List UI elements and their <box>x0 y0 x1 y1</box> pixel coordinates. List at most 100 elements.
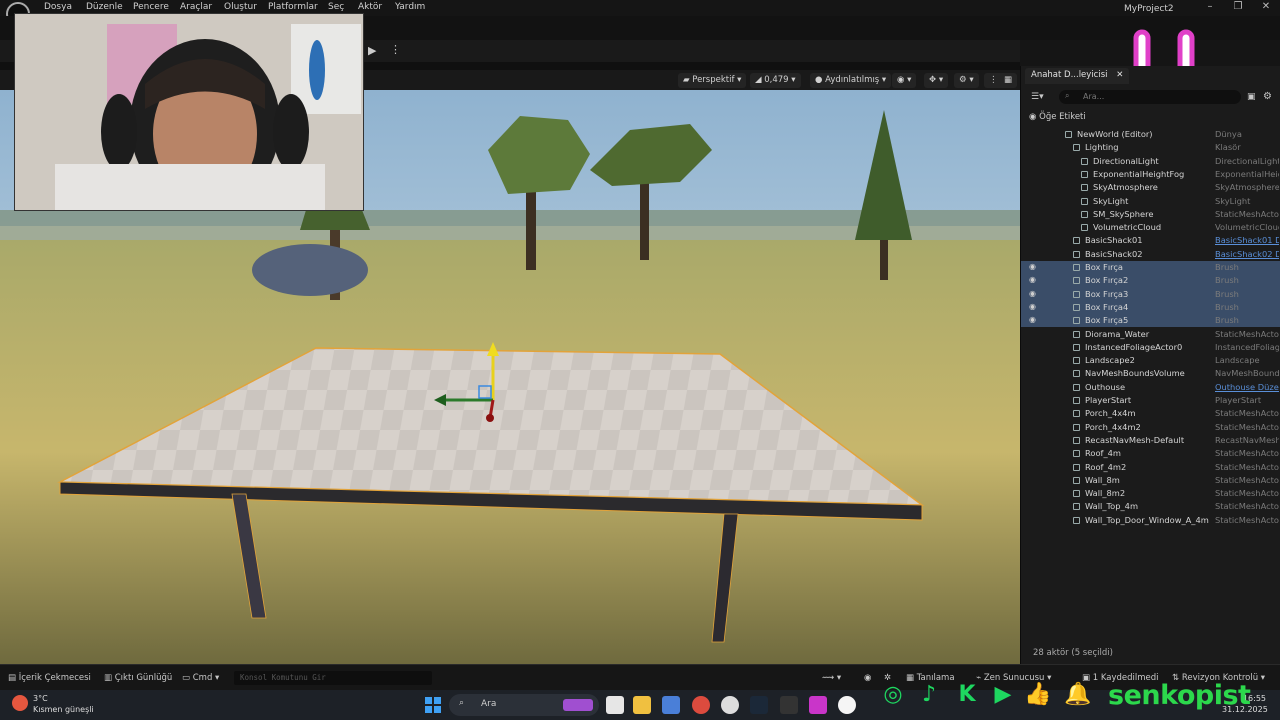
task-view-icon[interactable] <box>606 696 624 714</box>
windows-start-icon[interactable] <box>424 696 442 714</box>
outliner-row-label: InstancedFoliageActor0 <box>1085 341 1183 352</box>
outliner-panel: Anahat D...leyicisi ✕ ☰▾ ⌕ Ara... ▣ ⚙ ◉ … <box>1020 66 1280 664</box>
outliner-row[interactable]: Landscape2 Landscape <box>1021 354 1280 367</box>
close-window-icon[interactable]: ✕ <box>1256 1 1276 12</box>
brand-name: senkopist <box>1108 680 1251 711</box>
minimize-icon[interactable]: – <box>1200 1 1220 12</box>
chrome-icon[interactable] <box>692 696 710 714</box>
outliner-row-label: Landscape2 <box>1085 355 1135 366</box>
outliner-row[interactable]: ◉ Box Fırça5 Brush <box>1021 314 1280 328</box>
add-folder-icon[interactable]: ▣ <box>1247 92 1256 102</box>
actor-icon <box>1073 317 1080 325</box>
actor-icon <box>1081 197 1088 205</box>
outliner-row[interactable]: NewWorld (Editor) Dünya <box>1021 128 1280 141</box>
visibility-eye-icon[interactable]: ◉ <box>1029 289 1036 298</box>
outliner-row[interactable]: Wall_Top_Door_Window_A_4m StaticMeshActor <box>1021 514 1280 527</box>
outliner-row[interactable]: Porch_4x4m StaticMeshActor <box>1021 407 1280 420</box>
outliner-row[interactable]: BasicShack02 BasicShack02 D <box>1021 248 1280 261</box>
outliner-search-input[interactable]: ⌕ Ara... <box>1059 90 1241 104</box>
outliner-row[interactable]: NavMeshBoundsVolume NavMeshBounds <box>1021 367 1280 380</box>
media-app-icon[interactable] <box>809 696 827 714</box>
actor-icon <box>1073 463 1080 471</box>
outliner-settings-icon[interactable]: ⚙ <box>1263 91 1272 102</box>
lit-mode-dropdown[interactable]: ● Aydınlatılmış ▾ <box>810 73 892 88</box>
record-icon[interactable]: ◉ <box>864 673 871 683</box>
outliner-row[interactable]: ◉ Box Fırça3 Brush <box>1021 287 1280 301</box>
menu-aktor[interactable]: Aktör <box>358 2 382 12</box>
visibility-eye-icon[interactable]: ◉ <box>1029 302 1036 311</box>
outliner-row[interactable]: InstancedFoliageActor0 InstancedFoliage <box>1021 341 1280 354</box>
menu-sec[interactable]: Seç <box>328 2 344 12</box>
close-tab-icon[interactable]: ✕ <box>1116 70 1123 80</box>
actor-icon <box>1073 490 1080 498</box>
instagram-icon: ◎ <box>883 682 903 707</box>
visibility-eye-icon[interactable]: ◉ <box>1029 275 1036 284</box>
file-explorer-icon[interactable] <box>633 696 651 714</box>
menu-araclar[interactable]: Araçlar <box>180 2 212 12</box>
more-vertical-icon: ⋮ <box>989 75 998 85</box>
menu-pencere[interactable]: Pencere <box>133 2 169 12</box>
outliner-row[interactable]: Porch_4x4m2 StaticMeshActor <box>1021 421 1280 434</box>
outliner-row[interactable]: BasicShack01 BasicShack01 D <box>1021 234 1280 247</box>
store-icon[interactable] <box>662 696 680 714</box>
taskbar-search[interactable]: ⌕ Ara <box>449 694 599 716</box>
maximize-icon[interactable]: ❐ <box>1228 1 1248 12</box>
outliner-row[interactable]: Lighting Klasör <box>1021 141 1280 154</box>
outliner-row[interactable]: Wall_Top_4m StaticMeshActor <box>1021 500 1280 513</box>
menu-dosya[interactable]: Dosya <box>44 2 72 12</box>
outliner-row[interactable]: Diorama_Water StaticMeshActor <box>1021 328 1280 341</box>
outliner-row[interactable]: DirectionalLight DirectionalLight <box>1021 155 1280 168</box>
outliner-row-type: Klasör <box>1215 142 1241 153</box>
menu-yardim[interactable]: Yardım <box>395 2 425 12</box>
outliner-row[interactable]: PlayerStart PlayerStart <box>1021 394 1280 407</box>
outliner-row[interactable]: ◉ Box Fırça Brush <box>1021 261 1280 275</box>
menu-olustur[interactable]: Oluştur <box>224 2 257 12</box>
outliner-row-type[interactable]: Outhouse Düzen <box>1215 382 1279 392</box>
menu-platformlar[interactable]: Platformlar <box>268 2 318 12</box>
outliner-row-type: DirectionalLight <box>1215 155 1279 166</box>
weather-widget[interactable]: 3°C Kısmen güneşli <box>33 693 94 715</box>
show-flags-button[interactable]: ◉ ▾ <box>892 73 917 88</box>
outliner-row[interactable]: Roof_4m StaticMeshActor <box>1021 447 1280 460</box>
folder-icon <box>1073 144 1080 152</box>
output-log-button[interactable]: ▥ Çıktı Günlüğü <box>104 673 172 683</box>
filter-icon[interactable]: ☰▾ <box>1031 92 1044 102</box>
visibility-eye-icon[interactable]: ◉ <box>1029 315 1036 324</box>
outliner-row[interactable]: SM_SkySphere StaticMeshActor <box>1021 208 1280 221</box>
visibility-eye-icon[interactable]: ◉ <box>1029 262 1036 271</box>
outliner-row[interactable]: Wall_8m2 StaticMeshActor <box>1021 487 1280 500</box>
outliner-row[interactable]: Wall_8m StaticMeshActor <box>1021 474 1280 487</box>
outliner-row-type[interactable]: BasicShack01 D <box>1215 235 1279 245</box>
play-icon[interactable]: ▶ <box>368 44 382 58</box>
outliner-row[interactable]: ◉ Box Fırça2 Brush <box>1021 274 1280 288</box>
column-header[interactable]: ◉ Öğe Etiketi <box>1029 112 1086 122</box>
settings-button[interactable]: ⚙ ▾ <box>954 73 979 88</box>
outliner-row[interactable]: VolumetricCloud VolumetricCloud <box>1021 221 1280 234</box>
more-options-icon[interactable]: ⋮ <box>390 43 401 56</box>
unreal-editor-icon[interactable] <box>838 696 856 714</box>
outliner-tab[interactable]: Anahat D...leyicisi ✕ <box>1025 68 1130 84</box>
cmd-dropdown[interactable]: ▭ Cmd ▾ <box>182 673 219 683</box>
steam-icon[interactable] <box>750 696 768 714</box>
outliner-row[interactable]: Outhouse Outhouse Düzen <box>1021 381 1280 394</box>
scale-dropdown[interactable]: ◢ 0,479 ▾ <box>750 73 801 88</box>
outliner-row-type[interactable]: BasicShack02 D <box>1215 249 1279 259</box>
outliner-row[interactable]: RecastNavMesh-Default RecastNavMesh <box>1021 434 1280 447</box>
outliner-row[interactable]: ◉ Box Fırça4 Brush <box>1021 300 1280 315</box>
actor-icon <box>1073 357 1080 365</box>
transform-mode-button[interactable]: ✥ ▾ <box>924 73 949 88</box>
content-drawer-button[interactable]: ▤ İçerik Çekmecesi <box>8 673 91 683</box>
console-command-input[interactable]: Konsol Komutunu Gir <box>234 671 432 685</box>
outliner-row[interactable]: SkyAtmosphere SkyAtmosphere <box>1021 181 1280 194</box>
trace-icon[interactable]: ⟿ ▾ <box>822 673 841 683</box>
outliner-row-label: RecastNavMesh-Default <box>1085 434 1185 445</box>
outliner-row[interactable]: SkyLight SkyLight <box>1021 195 1280 208</box>
app-icon[interactable] <box>721 696 739 714</box>
outliner-row[interactable]: ExponentialHeightFog ExponentialHeigh <box>1021 168 1280 181</box>
actor-icon <box>1081 170 1088 178</box>
perspective-dropdown[interactable]: ▰ Perspektif ▾ <box>678 73 747 88</box>
outliner-row[interactable]: Roof_4m2 StaticMeshActor <box>1021 461 1280 474</box>
layout-button[interactable]: ▦ <box>999 73 1018 88</box>
menu-duzenle[interactable]: Düzenle <box>86 2 123 12</box>
epic-games-icon[interactable] <box>780 696 798 714</box>
